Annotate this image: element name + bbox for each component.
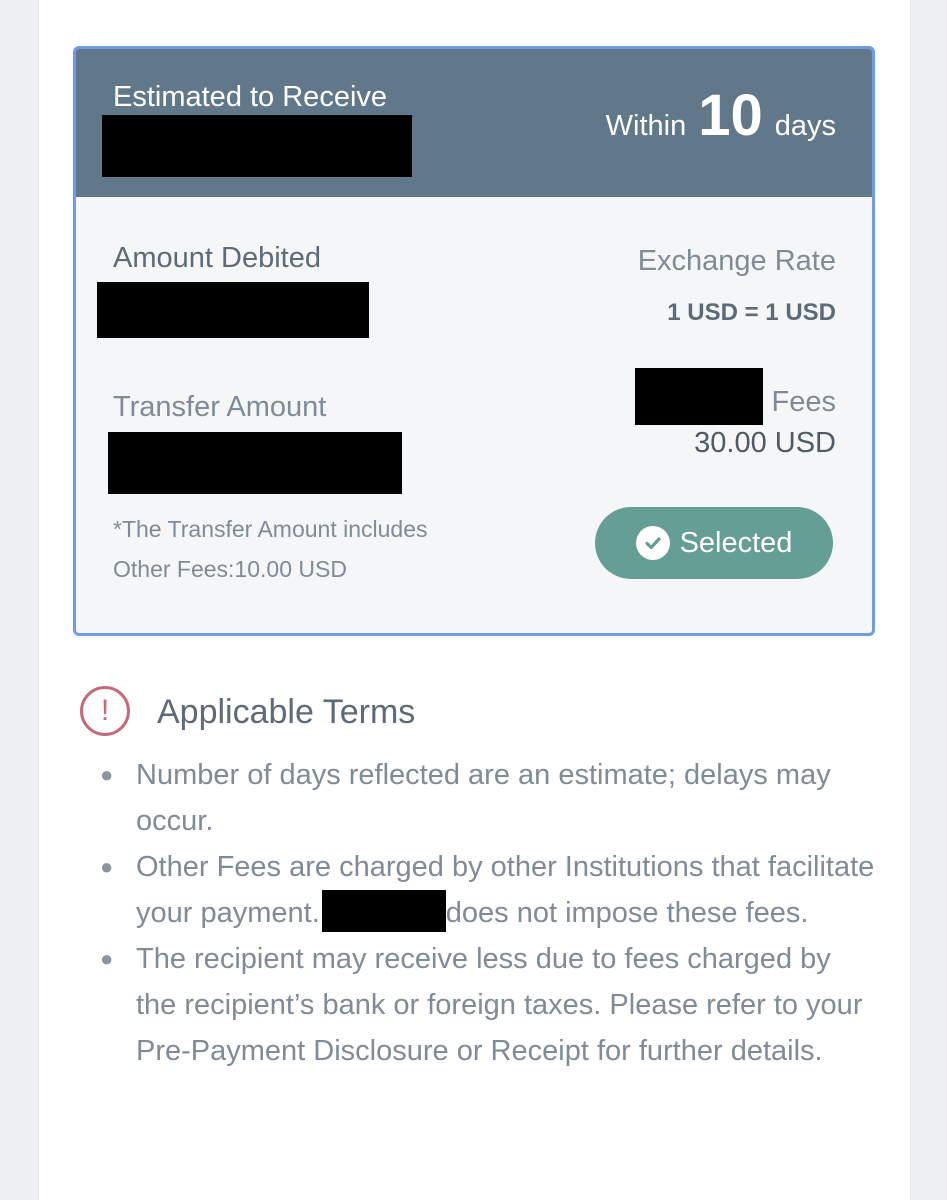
transfer-option-card[interactable]: Estimated to Receive Within 10 days Amou… (73, 46, 875, 636)
note-line-2: Other Fees:10.00 USD (113, 556, 347, 582)
transfer-amount-label: Transfer Amount (113, 391, 327, 423)
bullet-icon: ● (100, 762, 114, 787)
delivery-estimate: Within 10 days (606, 87, 836, 145)
redacted-amount-debited (97, 282, 369, 338)
check-circle-icon (635, 526, 670, 560)
redacted-institution-name (321, 890, 446, 932)
terms-list: ● Number of days reflected are an estima… (96, 752, 876, 1074)
exclamation-circle-icon: ! (80, 686, 130, 736)
bullet-icon: ● (100, 854, 114, 879)
fees-value: 30.00 USD (694, 427, 836, 459)
list-item: ● Number of days reflected are an estima… (96, 752, 876, 844)
redacted-transfer-amount (108, 432, 402, 494)
within-days-number: 10 (698, 83, 763, 148)
redacted-fees-prefix (635, 368, 763, 425)
list-item: ● The recipient may receive less due to … (96, 936, 876, 1074)
selected-label: Selected (679, 526, 793, 559)
note-line-1: *The Transfer Amount includes (113, 516, 428, 542)
within-suffix: days (774, 110, 836, 142)
fees-label: Fees (771, 386, 836, 418)
within-prefix: Within (605, 110, 687, 142)
terms-title: Applicable Terms (157, 693, 416, 731)
redacted-estimated-amount (102, 115, 412, 177)
amount-debited-label: Amount Debited (113, 242, 321, 274)
exchange-rate-value: 1 USD = 1 USD (667, 299, 836, 326)
selected-button[interactable]: Selected (595, 507, 833, 579)
bullet-icon: ● (100, 946, 114, 971)
card-header: Estimated to Receive Within 10 days (76, 49, 872, 197)
estimated-receive-label: Estimated to Receive (113, 81, 388, 113)
exchange-rate-label: Exchange Rate (637, 245, 836, 277)
transfer-amount-note: *The Transfer Amount includes Other Fees… (113, 509, 428, 589)
list-item: ● Other Fees are charged by other Instit… (96, 844, 876, 936)
